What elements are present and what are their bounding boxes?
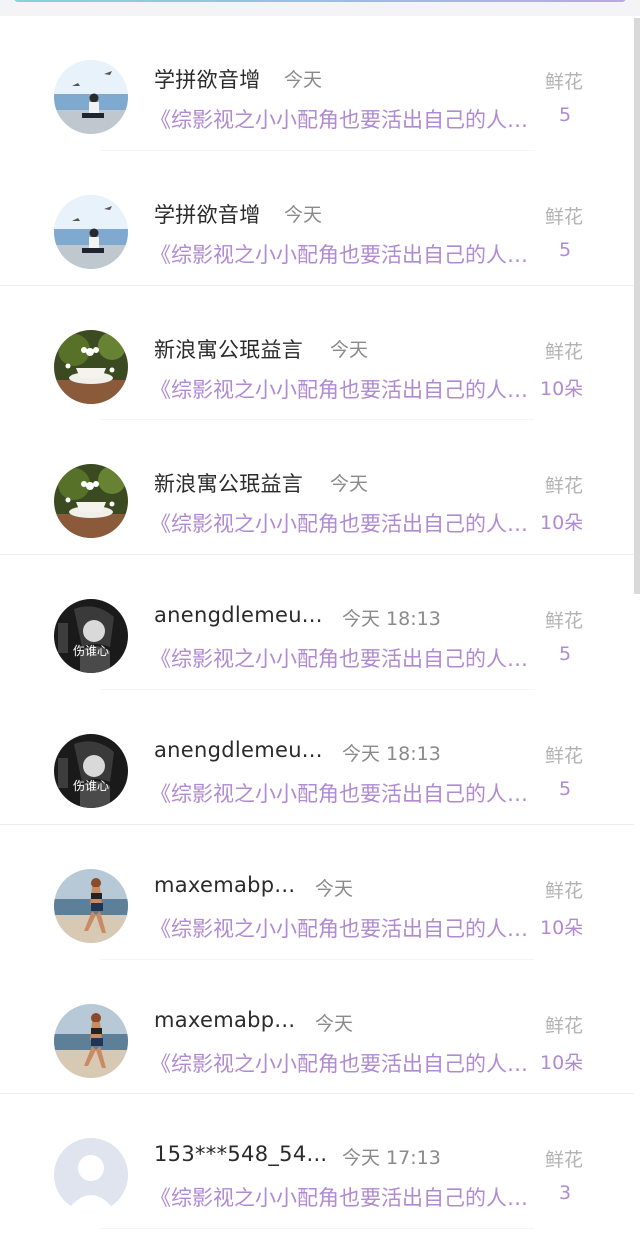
scrollbar-thumb[interactable] xyxy=(634,18,640,594)
user-name[interactable]: 153***548_54... xyxy=(154,1142,327,1166)
gift-amount: 10朵 xyxy=(540,377,584,400)
man-sea-avatar-image xyxy=(54,194,128,269)
gift-type-label: 鲜花 xyxy=(545,1014,584,1037)
user-name[interactable]: 学拼欲音增 xyxy=(154,199,261,229)
book-title-link[interactable]: 《综影视之小小配角也要活出自己的人生》 xyxy=(150,374,536,404)
gift-amount: 5 xyxy=(558,238,572,261)
gift-type-label: 鲜花 xyxy=(545,610,584,633)
gift-amount: 10朵 xyxy=(540,512,584,535)
timestamp: 今天 xyxy=(284,69,323,91)
row-divider xyxy=(100,1228,534,1230)
user-avatar[interactable] xyxy=(54,1003,128,1078)
timestamp: 今天 xyxy=(330,338,369,361)
man-sea-avatar-image xyxy=(54,60,128,134)
gift-type-label: 鲜花 xyxy=(545,205,584,228)
list-item[interactable]: 学拼欲音增 今天《综影视之小小配角也要活出自己的人生》 鲜花 5 xyxy=(0,151,634,286)
user-name[interactable]: maxemabp... xyxy=(154,1008,295,1032)
user-name[interactable]: anengdlemeu... xyxy=(154,603,323,627)
top-header-strip xyxy=(0,0,640,16)
list-item[interactable]: 伤谁心 anengdlemeu... 今天 18:13 《综影视之小小配角也要活出自己… xyxy=(0,690,634,825)
dark-portrait-avatar-image: 伤谁心 xyxy=(54,599,128,674)
user-name[interactable]: anengdlemeu... xyxy=(154,738,323,762)
gift-type-label: 鲜花 xyxy=(545,879,584,902)
list-item[interactable]: 153***548_54... 今天 17:13 《综影视之小小配角也要活出自己的人… xyxy=(0,1094,634,1230)
avatar-caption-text: 伤谁心 xyxy=(73,644,109,658)
gift-amount: 5 xyxy=(558,777,572,800)
avatar-caption-text: 伤谁心 xyxy=(73,779,109,793)
gift-amount: 10朵 xyxy=(540,1051,584,1074)
header-gradient-bar xyxy=(14,0,626,2)
book-title-link[interactable]: 《综影视之小小配角也要活出自己的人生》 xyxy=(150,239,536,269)
gift-type-label: 鲜花 xyxy=(545,1149,584,1172)
user-avatar[interactable] xyxy=(54,194,128,269)
timestamp: 今天 18:13 xyxy=(342,742,441,765)
gift-amount: 3 xyxy=(558,1182,572,1205)
list-item[interactable]: maxemabp... 今天《综影视之小小配角也要活出自己的人生》 鲜花 10朵 xyxy=(0,960,634,1095)
user-name[interactable]: 学拼欲音增 xyxy=(154,64,261,94)
book-title-link[interactable]: 《综影视之小小配角也要活出自己的人生》 xyxy=(150,913,536,943)
list-item[interactable]: 伤谁心 anengdlemeu... 今天 18:13 《综影视之小小配角也要活出自己… xyxy=(0,555,634,690)
book-title-link[interactable]: 《综影视之小小配角也要活出自己的人生》 xyxy=(150,508,536,538)
user-avatar[interactable] xyxy=(54,329,128,404)
gift-type-label: 鲜花 xyxy=(545,71,584,93)
list-item[interactable]: maxemabp... 今天《综影视之小小配角也要活出自己的人生》 鲜花 10朵 xyxy=(0,825,634,960)
book-title-link[interactable]: 《综影视之小小配角也要活出自己的人生》 xyxy=(150,643,536,673)
user-avatar[interactable]: 伤谁心 xyxy=(54,733,128,808)
timestamp: 今天 xyxy=(330,473,369,496)
dark-portrait-avatar-image: 伤谁心 xyxy=(54,733,128,808)
user-avatar[interactable]: 伤谁心 xyxy=(54,599,128,674)
default-user-avatar-image xyxy=(54,1138,128,1213)
book-title-link[interactable]: 《综影视之小小配角也要活出自己的人生》 xyxy=(150,1182,536,1212)
beach-runner-avatar-image xyxy=(54,868,128,943)
timestamp: 今天 xyxy=(315,1012,354,1035)
book-title-link[interactable]: 《综影视之小小配角也要活出自己的人生》 xyxy=(150,1048,536,1078)
user-name[interactable]: 新浪寓公珉益言 xyxy=(154,468,303,498)
teacup-flower-avatar-image xyxy=(54,464,128,539)
user-avatar[interactable] xyxy=(54,464,128,539)
user-avatar[interactable] xyxy=(54,1138,128,1213)
book-title-link[interactable]: 《综影视之小小配角也要活出自己的人生》 xyxy=(150,778,536,808)
list-item[interactable]: 学拼欲音增 今天《综影视之小小配角也要活出自己的人生》 鲜花 5 xyxy=(0,16,634,151)
gift-amount: 5 xyxy=(558,643,572,666)
gift-type-label: 鲜花 xyxy=(545,744,584,767)
gift-type-label: 鲜花 xyxy=(545,475,584,498)
gift-record-list: 学拼欲音增 今天 《综影视之小小配角也要活出自己的人生》 鲜花 5 学拼欲音增 今天 《综影… xyxy=(0,16,634,1230)
user-avatar[interactable] xyxy=(54,60,128,134)
timestamp: 今天 17:13 xyxy=(342,1147,441,1170)
gift-amount: 10朵 xyxy=(540,916,584,939)
timestamp: 今天 xyxy=(315,877,354,900)
user-name[interactable]: maxemabp... xyxy=(154,873,295,897)
user-name[interactable]: 新浪寓公珉益言 xyxy=(154,334,303,364)
teacup-flower-avatar-image xyxy=(54,329,128,404)
user-avatar[interactable] xyxy=(54,868,128,943)
beach-runner-avatar-image xyxy=(54,1003,128,1078)
gift-type-label: 鲜花 xyxy=(545,340,584,363)
list-item[interactable]: 新浪寓公珉益言 今天《综影视之小小配角也要活出自己的人生》 鲜花 10朵 xyxy=(0,420,634,556)
timestamp: 今天 18:13 xyxy=(342,608,441,631)
timestamp: 今天 xyxy=(284,203,323,226)
gift-amount: 5 xyxy=(558,104,572,126)
book-title-link[interactable]: 《综影视之小小配角也要活出自己的人生》 xyxy=(150,104,536,134)
list-item[interactable]: 新浪寓公珉益言 今天《综影视之小小配角也要活出自己的人生》 鲜花 10朵 xyxy=(0,286,634,421)
